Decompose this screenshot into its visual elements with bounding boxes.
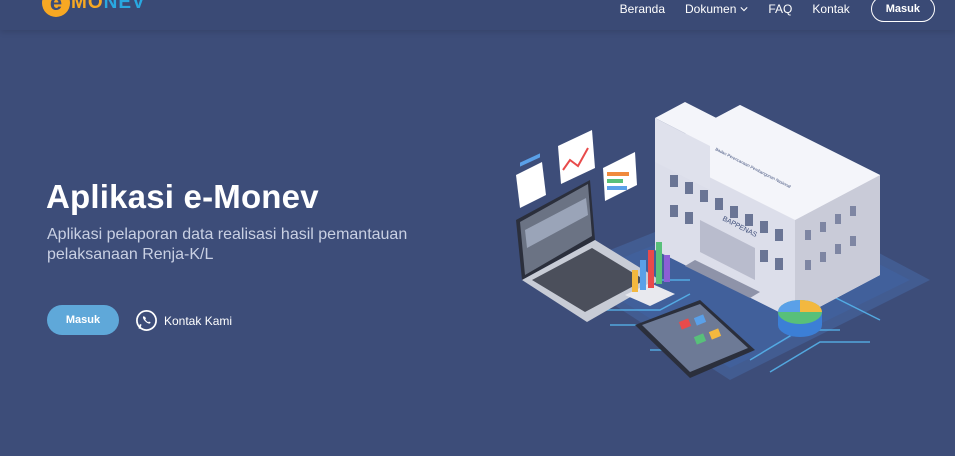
nav-dokumen-label: Dokumen [685, 2, 737, 16]
hero-title: Aplikasi e-Monev [46, 178, 319, 215]
pie-chart-graphic [778, 300, 822, 337]
whatsapp-icon [136, 310, 157, 331]
logo-text-nev: NEV [103, 0, 146, 13]
nav-kontak[interactable]: Kontak [812, 2, 849, 16]
logo-text: MONEV [71, 0, 146, 14]
nav-dokumen[interactable]: Dokumen [685, 2, 748, 16]
contact-link[interactable]: Kontak Kami [135, 309, 232, 332]
logo-e-mark: e [42, 0, 70, 17]
hero-subtitle: Aplikasi pelaporan data realisasi hasil … [47, 226, 408, 263]
nav-faq[interactable]: FAQ [768, 2, 792, 16]
hero-login-button[interactable]: Masuk [47, 305, 119, 335]
contact-label: Kontak Kami [164, 313, 233, 328]
hero-illustration: BAPPENAS Badan Perencanaan Pembangunan N… [516, 102, 930, 380]
logo[interactable]: e MONEV [42, 0, 146, 18]
navbar: e MONEV Beranda Dokumen FAQ Kontak Masuk [0, 0, 955, 30]
chevron-down-icon [740, 7, 748, 12]
nav-beranda[interactable]: Beranda [620, 2, 665, 16]
logo-text-mo: MO [71, 0, 104, 13]
main-nav: Beranda Dokumen FAQ Kontak Masuk [600, 0, 935, 22]
login-button[interactable]: Masuk [870, 0, 935, 22]
